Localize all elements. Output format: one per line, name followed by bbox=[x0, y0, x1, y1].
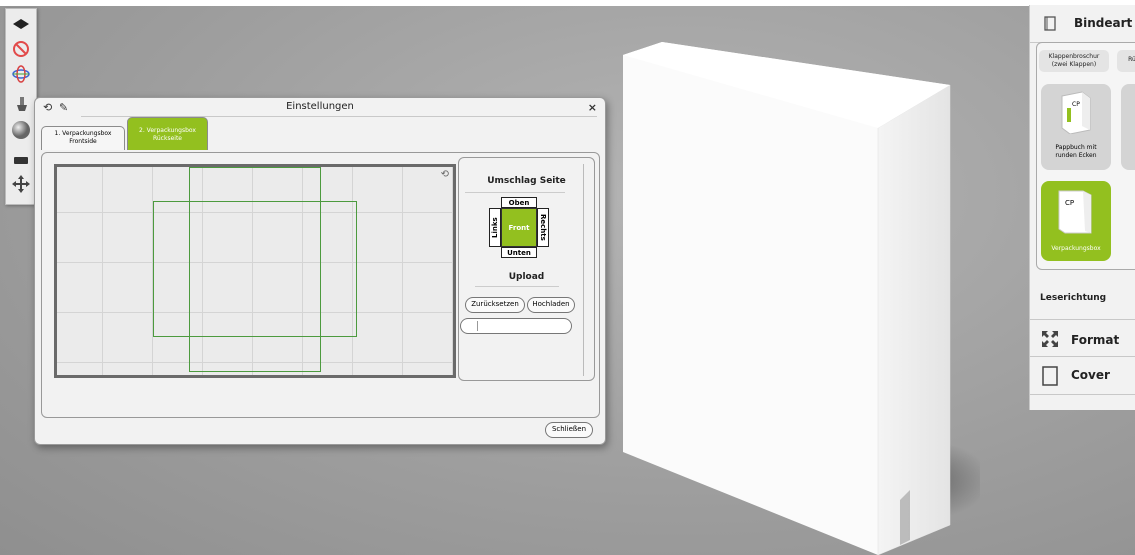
bindeart-label: Bindeart bbox=[1074, 16, 1133, 30]
tab-rueckseite-line1: 2. Verpackungsbox bbox=[139, 127, 196, 134]
close-icon[interactable]: × bbox=[588, 101, 597, 114]
side-rechts[interactable]: Rechts bbox=[537, 208, 549, 247]
cover-side-heading: Umschlag Seite bbox=[487, 176, 566, 186]
tab-rueckseite[interactable]: 2. Verpackungsbox Rückseite bbox=[127, 117, 208, 150]
tab-frontside[interactable]: 1. Verpackungsbox Frontside bbox=[41, 126, 125, 150]
upload-underline bbox=[475, 286, 559, 287]
reading-direction-label[interactable]: Leserichtung bbox=[1040, 293, 1106, 303]
section-format[interactable]: Format bbox=[1030, 319, 1135, 357]
upload-heading: Upload bbox=[508, 272, 545, 282]
design-canvas[interactable]: ⟲ bbox=[54, 164, 456, 378]
side-oben[interactable]: Oben bbox=[501, 197, 537, 208]
box-thumbnail-icon: CP bbox=[1058, 190, 1092, 234]
settings-dialog: ⟲ ✎ Einstellungen × 1. Verpackungsbox Fr… bbox=[34, 97, 606, 445]
tab-content-panel: ⟲ Umschlag Seite Oben Links Front Rechts… bbox=[41, 152, 600, 418]
svg-text:CP: CP bbox=[1072, 101, 1080, 108]
brush-icon[interactable] bbox=[10, 93, 32, 115]
pappbuch-line1: Pappbuch mit bbox=[1055, 144, 1097, 151]
cover-label: Cover bbox=[1071, 368, 1110, 382]
canvas-undo-icon[interactable]: ⟲ bbox=[441, 169, 449, 180]
side-scrollbar[interactable] bbox=[583, 164, 590, 376]
close-button[interactable]: Schließen bbox=[545, 422, 593, 438]
section-bindeart[interactable]: Bindeart bbox=[1030, 5, 1135, 43]
sphere-icon[interactable] bbox=[10, 119, 32, 141]
expand-icon bbox=[1042, 331, 1058, 347]
left-toolbar bbox=[5, 8, 37, 205]
option-pappbuch[interactable]: CP Pappbuch mit runden Ecken bbox=[1041, 84, 1111, 170]
cover-icon bbox=[1042, 366, 1058, 386]
option-cut-off-label: Rü bbox=[1128, 56, 1135, 63]
option-klappenbroschur[interactable]: Klappenbroschur (zwei Klappen) bbox=[1039, 50, 1109, 72]
move-icon[interactable] bbox=[10, 173, 32, 195]
verpackungsbox-caption: Verpackungsbox bbox=[1051, 245, 1101, 252]
option-verpackungsbox[interactable]: CP Verpackungsbox bbox=[1041, 181, 1111, 261]
side-unten[interactable]: Unten bbox=[501, 247, 537, 258]
tab-frontside-line1: 1. Verpackungsbox bbox=[54, 130, 112, 137]
tab-frontside-line2: Frontside bbox=[69, 138, 97, 145]
guide-rect-horizontal bbox=[153, 201, 357, 337]
side-links[interactable]: Links bbox=[489, 208, 501, 247]
camera-icon[interactable] bbox=[10, 149, 32, 171]
dialog-title: Einstellungen bbox=[286, 101, 354, 112]
reset-button[interactable]: Zurücksetzen bbox=[465, 297, 525, 313]
side-panel: Umschlag Seite Oben Links Front Rechts U… bbox=[458, 157, 595, 381]
cap-icon[interactable] bbox=[10, 13, 32, 35]
svg-text:CP: CP bbox=[1065, 199, 1074, 207]
section-cover[interactable]: Cover bbox=[1030, 357, 1135, 395]
right-options-panel: Bindeart Klappenbroschur (zwei Klappen) … bbox=[1029, 5, 1135, 410]
tab-rueckseite-line2: Rückseite bbox=[152, 135, 182, 142]
prohibit-icon[interactable] bbox=[10, 38, 32, 60]
upload-progress-bar bbox=[460, 318, 572, 334]
top-title-bar bbox=[0, 0, 1135, 6]
option-cut-off-2[interactable] bbox=[1121, 84, 1135, 170]
upload-button[interactable]: Hochladen bbox=[527, 297, 575, 313]
pappbuch-line2: runden Ecken bbox=[1055, 152, 1097, 159]
option-cut-off[interactable]: Rü bbox=[1117, 50, 1135, 72]
progress-marker bbox=[477, 321, 478, 331]
pappbuch-caption: Pappbuch mit runden Ecken bbox=[1041, 144, 1111, 160]
book-icon bbox=[1044, 16, 1056, 31]
klappenbroschur-line1: Klappenbroschur bbox=[1048, 53, 1100, 60]
side-front[interactable]: Front bbox=[501, 208, 537, 247]
binding-options-box: Klappenbroschur (zwei Klappen) Rü CP Pap… bbox=[1036, 42, 1135, 270]
klappenbroschur-line2: (zwei Klappen) bbox=[1051, 61, 1097, 68]
heading-underline bbox=[465, 192, 565, 193]
format-label: Format bbox=[1071, 333, 1120, 347]
rotate-axis-icon[interactable] bbox=[10, 63, 32, 85]
book-thumbnail-icon: CP bbox=[1061, 91, 1091, 134]
box-3d-preview[interactable] bbox=[620, 40, 980, 555]
